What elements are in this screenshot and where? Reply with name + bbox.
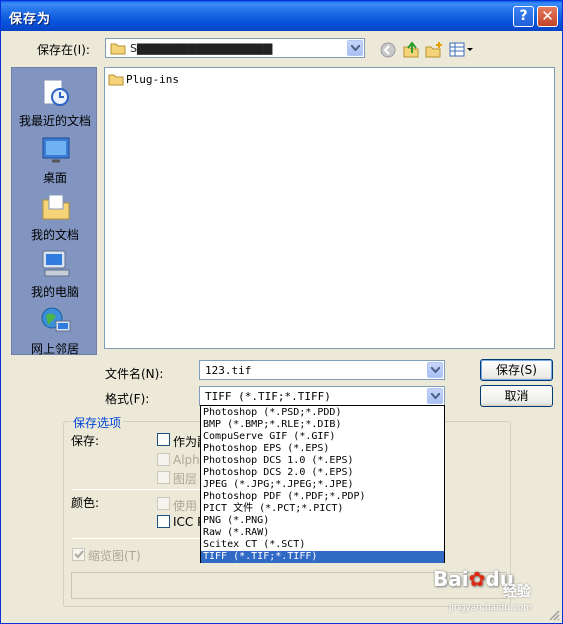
format-option[interactable]: PNG (*.PNG) bbox=[201, 515, 444, 527]
chevron-down-icon bbox=[431, 367, 440, 373]
filename-label: 文件名(N): bbox=[105, 367, 164, 381]
location-dropdown-arrow[interactable] bbox=[347, 40, 363, 56]
place-my-computer[interactable]: 我的电脑 bbox=[12, 245, 98, 301]
place-my-documents[interactable]: 我的文档 bbox=[12, 188, 98, 244]
window-title: 保存为 bbox=[9, 12, 52, 27]
format-option[interactable]: BMP (*.BMP;*.RLE;*.DIB) bbox=[201, 419, 444, 431]
filename-dropdown-arrow[interactable] bbox=[427, 362, 443, 378]
place-label: 我最近的文档 bbox=[18, 114, 91, 128]
location-combo[interactable]: S▇▇▇▇▇▇▇▇▇▇▇▇▇▇▇▇ bbox=[105, 38, 365, 58]
watermark-url: jingyan.baidu.com bbox=[449, 603, 533, 613]
new-folder-icon[interactable] bbox=[425, 41, 443, 59]
format-option[interactable]: CompuServe GIF (*.GIF) bbox=[201, 431, 444, 443]
layers-label: 图层 bbox=[173, 472, 198, 486]
my-computer-icon bbox=[42, 250, 70, 277]
use-proof-checkbox[interactable] bbox=[157, 497, 170, 510]
location-label: 保存在(I): bbox=[37, 43, 90, 57]
format-option[interactable]: JPEG (*.JPG;*.JPEG;*.JPE) bbox=[201, 479, 444, 491]
format-option-selected[interactable]: TIFF (*.TIF;*.TIFF) bbox=[201, 551, 444, 563]
folder-icon bbox=[108, 74, 124, 86]
places-bar: 我最近的文档 桌面 我的文档 我的电脑 网上邻居 bbox=[11, 67, 98, 358]
format-option[interactable]: Photoshop EPS (*.EPS) bbox=[201, 443, 444, 455]
folder-icon bbox=[110, 43, 126, 55]
format-combo[interactable]: TIFF (*.TIF;*.TIFF) bbox=[199, 386, 445, 406]
desktop-icon bbox=[42, 137, 70, 163]
icc-profile-checkbox[interactable] bbox=[157, 515, 170, 528]
save-options-title: 保存选项 bbox=[71, 414, 124, 431]
format-label: 格式(F): bbox=[105, 392, 150, 406]
my-documents-icon bbox=[42, 194, 70, 220]
format-option[interactable]: Photoshop DCS 2.0 (*.EPS) bbox=[201, 467, 444, 479]
network-places-icon bbox=[41, 307, 71, 332]
checkmark-icon bbox=[74, 550, 84, 559]
color-label: 颜色: bbox=[71, 496, 100, 510]
format-option[interactable]: Scitex CT (*.SCT) bbox=[201, 539, 444, 551]
format-option[interactable]: Photoshop PDF (*.PDF;*.PDP) bbox=[201, 491, 444, 503]
chevron-down-icon bbox=[351, 45, 360, 51]
alpha-checkbox[interactable] bbox=[157, 453, 170, 466]
cancel-button[interactable]: 取消 bbox=[480, 385, 553, 407]
file-name: Plug-ins bbox=[126, 73, 179, 86]
format-option[interactable]: PICT 文件 (*.PCT;*.PICT) bbox=[201, 503, 444, 515]
format-dropdown-list[interactable]: Photoshop (*.PSD;*.PDD) BMP (*.BMP;*.RLE… bbox=[200, 405, 445, 563]
format-option[interactable]: Raw (*.RAW) bbox=[201, 527, 444, 539]
use-proof-label: 使用 bbox=[173, 499, 198, 513]
options-divider bbox=[71, 489, 201, 490]
resize-grip-icon[interactable] bbox=[548, 609, 560, 621]
chevron-down-icon bbox=[431, 393, 440, 399]
format-option[interactable]: Photoshop DCS 1.0 (*.EPS) bbox=[201, 455, 444, 467]
back-icon[interactable] bbox=[380, 42, 396, 58]
format-dropdown-arrow[interactable] bbox=[427, 388, 443, 404]
place-label: 我的电脑 bbox=[30, 285, 79, 299]
place-recent-documents[interactable]: 我最近的文档 bbox=[12, 74, 98, 130]
recent-documents-icon bbox=[43, 79, 69, 106]
close-button[interactable]: ✕ bbox=[537, 6, 558, 27]
format-option[interactable]: Photoshop (*.PSD;*.PDD) bbox=[201, 407, 444, 419]
place-network-places[interactable]: 网上邻居 bbox=[12, 302, 98, 358]
watermark-suffix: 经验 bbox=[503, 584, 531, 600]
up-folder-icon[interactable] bbox=[402, 41, 420, 59]
options-divider bbox=[71, 538, 201, 539]
filename-combo[interactable]: 123.tif bbox=[199, 360, 445, 380]
thumbnail-checkbox[interactable] bbox=[72, 548, 85, 561]
close-icon: ✕ bbox=[541, 7, 554, 25]
help-icon: ? bbox=[519, 8, 528, 24]
save-as-dialog: 保存为 ? ✕ 保存在(I): S▇▇▇▇▇▇▇▇▇▇▇▇▇▇▇▇ 我最近的文档 bbox=[0, 0, 563, 624]
save-button[interactable]: 保存(S) bbox=[480, 359, 553, 381]
as-copy-checkbox[interactable] bbox=[157, 433, 170, 446]
filename-input[interactable]: 123.tif bbox=[205, 364, 251, 377]
place-label: 桌面 bbox=[42, 171, 67, 185]
location-value: S▇▇▇▇▇▇▇▇▇▇▇▇▇▇▇▇ bbox=[130, 42, 273, 55]
help-button[interactable]: ? bbox=[513, 6, 534, 27]
watermark-brand: Bai✿du bbox=[433, 567, 514, 591]
title-bar[interactable]: 保存为 ? ✕ bbox=[1, 1, 562, 31]
file-list[interactable]: Plug-ins bbox=[104, 67, 555, 349]
save-label: 保存: bbox=[71, 434, 100, 448]
alpha-label: Alph bbox=[173, 453, 200, 467]
thumbnail-label: 缩览图(T) bbox=[88, 549, 141, 563]
view-menu-icon[interactable] bbox=[449, 42, 473, 58]
format-value: TIFF (*.TIF;*.TIFF) bbox=[205, 390, 331, 403]
place-label: 我的文档 bbox=[30, 228, 79, 242]
place-desktop[interactable]: 桌面 bbox=[12, 131, 98, 187]
paw-icon: ✿ bbox=[468, 567, 486, 591]
place-label: 网上邻居 bbox=[30, 342, 79, 356]
layers-checkbox[interactable] bbox=[157, 471, 170, 484]
